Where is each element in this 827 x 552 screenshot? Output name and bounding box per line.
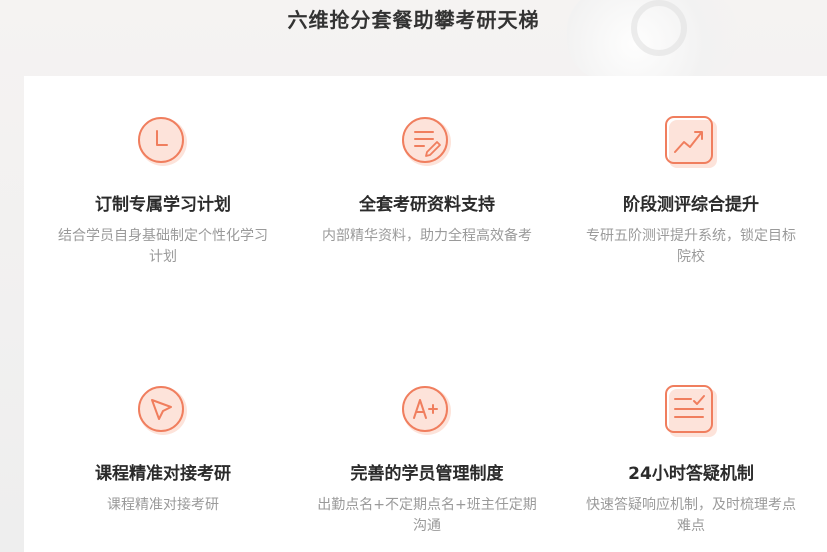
feature-item-assessment: 阶段测评综合提升 专研五阶测评提升系统，锁定目标院校 xyxy=(571,114,811,268)
feature-description: 快速答疑响应机制，及时梳理考点难点 xyxy=(586,497,796,534)
features-card: 订制专属学习计划 结合学员自身基础制定个性化学习计划 全套考研资料支持 内部精华… xyxy=(24,76,827,552)
grade-a-plus-icon xyxy=(399,383,455,439)
feature-description: 课程精准对接考研 xyxy=(107,497,219,513)
feature-description: 结合学员自身基础制定个性化学习计划 xyxy=(58,228,268,265)
feature-title: 课程精准对接考研 xyxy=(95,464,231,484)
feature-item-management: 完善的学员管理制度 出勤点名+不定期点名+班主任定期沟通 xyxy=(307,383,547,537)
trend-chart-icon xyxy=(663,114,719,170)
feature-description: 专研五阶测评提升系统，锁定目标院校 xyxy=(586,228,796,265)
feature-description: 出勤点名+不定期点名+班主任定期沟通 xyxy=(317,497,537,534)
feature-item-materials: 全套考研资料支持 内部精华资料，助力全程高效备考 xyxy=(307,114,547,247)
feature-item-qa: 24小时答疑机制 快速答疑响应机制，及时梳理考点难点 xyxy=(571,383,811,537)
checklist-icon xyxy=(663,383,719,439)
page-title: 六维抢分套餐助攀考研天梯 xyxy=(287,8,540,32)
clock-icon xyxy=(135,114,191,170)
feature-title: 完善的学员管理制度 xyxy=(350,464,504,484)
feature-item-study-plan: 订制专属学习计划 结合学员自身基础制定个性化学习计划 xyxy=(43,114,283,268)
cursor-icon xyxy=(135,383,191,439)
feature-description: 内部精华资料，助力全程高效备考 xyxy=(322,228,532,244)
document-edit-icon xyxy=(399,114,455,170)
feature-title: 订制专属学习计划 xyxy=(95,195,231,215)
feature-title: 全套考研资料支持 xyxy=(359,195,495,215)
feature-title: 阶段测评综合提升 xyxy=(623,195,759,215)
feature-item-course: 课程精准对接考研 课程精准对接考研 xyxy=(43,383,283,516)
feature-title: 24小时答疑机制 xyxy=(628,464,754,484)
